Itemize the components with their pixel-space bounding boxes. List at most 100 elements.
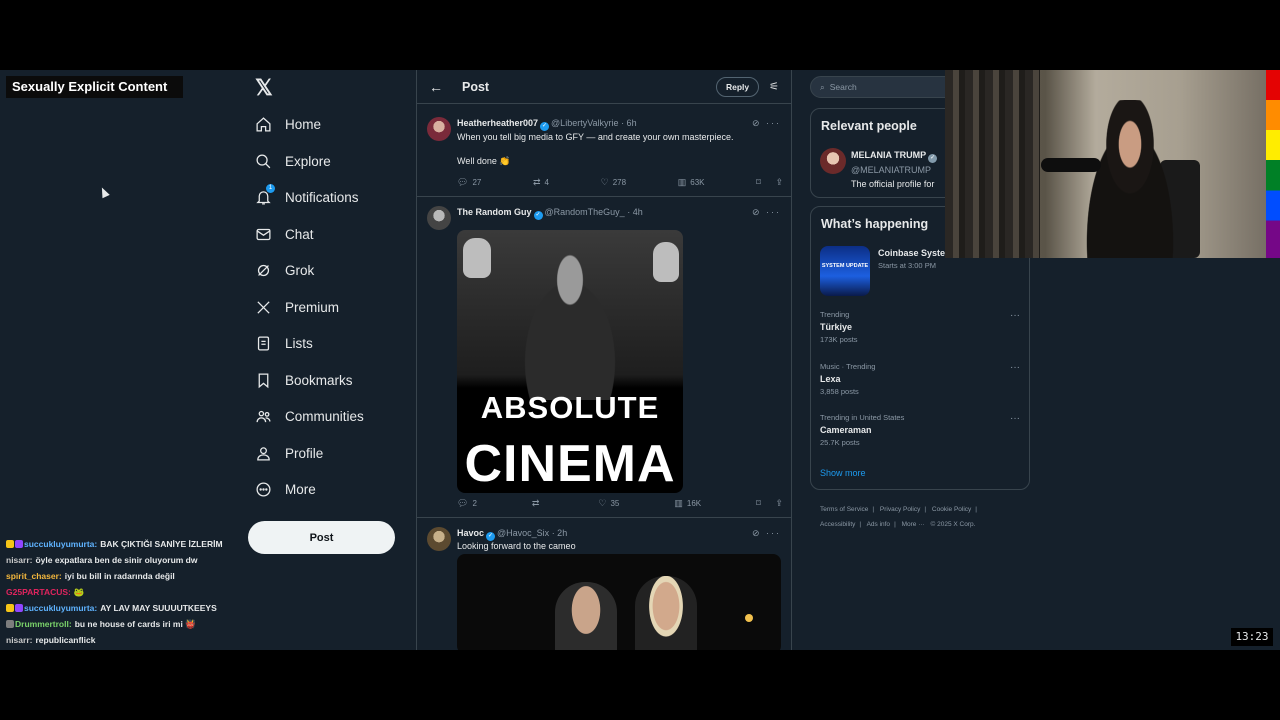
like-action[interactable]: ♡ 35: [598, 498, 619, 509]
share-icon[interactable]: ⇪: [775, 498, 783, 509]
more-options-icon[interactable]: ···: [766, 528, 781, 538]
tweet-author-name[interactable]: Heatherheather007: [457, 118, 538, 128]
grok-icon[interactable]: ⊘: [752, 118, 762, 128]
more-options-icon[interactable]: ···: [1010, 310, 1020, 321]
bookmark-icon: [254, 371, 272, 389]
chat-user[interactable]: Drummertroll:: [15, 619, 72, 629]
trend-name: Cameraman: [820, 425, 872, 435]
nav-label: More: [285, 481, 316, 497]
chat-user[interactable]: succukluyumurta:: [24, 603, 97, 613]
chat-user[interactable]: nisarr:: [6, 635, 32, 645]
tweet-image[interactable]: ABSOLUTE CINEMA: [457, 230, 683, 493]
chat-message: nisarr: öyle expatlara ben de sinir oluyo…: [6, 552, 246, 568]
reply-action[interactable]: 💬︎ 2: [457, 498, 477, 509]
tweet-handle[interactable]: @RandomTheGuy_: [545, 207, 625, 217]
repost-action[interactable]: ⇄ 4: [533, 177, 549, 188]
show-more-link[interactable]: Show more: [820, 468, 866, 478]
crown-badge-icon: [6, 540, 14, 548]
nav-bookmarks[interactable]: Bookmarks: [254, 367, 353, 393]
reply-button[interactable]: Reply: [715, 76, 760, 97]
nav-explore[interactable]: Explore: [254, 148, 331, 174]
mouse-cursor-icon: [98, 185, 110, 199]
nav-home[interactable]: Home: [254, 111, 321, 137]
trend-item[interactable]: Trending Türkiye 173K posts: [820, 310, 858, 344]
more-options-icon[interactable]: ···: [1010, 362, 1020, 373]
person-bio: The official profile for: [851, 179, 935, 189]
tweet-tools: ⊘ ···: [752, 528, 781, 539]
tweet-time: · 4h: [627, 207, 643, 217]
people-icon: [254, 407, 272, 425]
grok-icon[interactable]: ⊘: [752, 207, 762, 217]
reply-action[interactable]: 💬︎ 27: [457, 177, 481, 188]
trend-item[interactable]: Music · Trending Lexa 3,858 posts: [820, 362, 875, 396]
avatar[interactable]: [820, 148, 846, 174]
footer-link-cookies[interactable]: Cookie Policy: [932, 506, 971, 513]
tweet-author-name[interactable]: The Random Guy: [457, 207, 532, 217]
share-icon[interactable]: ⇪: [775, 177, 783, 188]
repost-action[interactable]: ⇄: [532, 498, 544, 509]
sliders-icon[interactable]: ⚟: [769, 80, 779, 93]
repost-count: 4: [544, 178, 549, 187]
chat-user[interactable]: nisarr:: [6, 555, 32, 565]
tweet-header: Heatherheather007 ✓ @LibertyValkyrie · 6h: [457, 118, 637, 131]
views-action[interactable]: ▥ 16K: [674, 498, 701, 509]
relevant-person[interactable]: MELANIA TRUMP ✓ @MELANIATRUMP The officia…: [851, 150, 939, 189]
bookmark-icon[interactable]: ⌑: [756, 498, 761, 509]
avatar[interactable]: [427, 206, 451, 230]
nav-more[interactable]: More: [254, 476, 316, 502]
tweet[interactable]: The Random Guy ✓ @RandomTheGuy_ · 4h ⊘ ···…: [417, 197, 791, 518]
more-options-icon[interactable]: ···: [766, 118, 781, 128]
nav-notifications[interactable]: 1 Notifications: [254, 184, 359, 210]
tweet-handle[interactable]: @LibertyValkyrie: [551, 118, 619, 128]
bookmark-icon[interactable]: ⌑: [756, 177, 761, 188]
list-icon: [254, 334, 272, 352]
tweet-image[interactable]: [457, 554, 781, 650]
x-logo-icon[interactable]: 𝕏: [255, 77, 275, 99]
post-thread: ← Post Reply ⚟ Heatherheather007 ✓ @Libert…: [416, 70, 792, 650]
footer-link-ads[interactable]: Ads info: [867, 521, 891, 528]
nav-grok[interactable]: Grok: [254, 257, 314, 283]
like-count: 278: [612, 178, 627, 187]
tweet-time: · 6h: [621, 118, 637, 128]
tweet-handle[interactable]: @Havoc_Six: [497, 528, 549, 538]
chat-user[interactable]: spirit_chaser:: [6, 571, 62, 581]
meme-figure: [507, 250, 633, 400]
chat-user[interactable]: succukluyumurta:: [24, 539, 97, 549]
meme-caption-bottom: CINEMA: [464, 435, 676, 493]
trend-item[interactable]: Trending in United States Cameraman 25.7…: [820, 413, 904, 447]
like-action[interactable]: ♡ 278: [601, 177, 626, 188]
tweet[interactable]: Havoc ✓ @Havoc_Six · 2h ⊘ ··· Looking forw…: [417, 518, 791, 650]
more-options-icon[interactable]: ···: [1010, 413, 1020, 424]
footer-link-accessibility[interactable]: Accessibility: [820, 521, 855, 528]
more-options-icon[interactable]: ···: [766, 207, 781, 217]
tweet-author-name[interactable]: Havoc: [457, 528, 484, 538]
nav-lists[interactable]: Lists: [254, 330, 313, 356]
chat-message: spirit_chaser: iyi bu bill in radarında d…: [6, 568, 246, 584]
avatar[interactable]: [427, 527, 451, 551]
post-button[interactable]: Post: [248, 521, 395, 554]
tweet[interactable]: Heatherheather007 ✓ @LibertyValkyrie · 6h …: [417, 106, 791, 197]
more-circle-icon: [254, 480, 272, 498]
nav-chat[interactable]: Chat: [254, 221, 314, 247]
views-action[interactable]: ▥ 63K: [678, 177, 705, 188]
footer-link-terms[interactable]: Terms of Service: [820, 506, 868, 513]
event-image[interactable]: SYSTEM UPDATE: [820, 246, 870, 296]
footer-link-privacy[interactable]: Privacy Policy: [880, 506, 920, 513]
back-arrow-icon[interactable]: ←: [429, 79, 449, 95]
heart-icon: ♡: [598, 498, 607, 508]
chat-user[interactable]: G25PARTACUS:: [6, 587, 71, 597]
nav-communities[interactable]: Communities: [254, 403, 364, 429]
search-icon: ⌕: [820, 81, 825, 92]
grok-icon[interactable]: ⊘: [752, 528, 762, 538]
relevant-people-title: Relevant people: [821, 119, 917, 133]
bookmark-share: ⌑ ⇪: [756, 498, 783, 509]
search-icon: [254, 152, 272, 170]
nav-premium[interactable]: Premium: [254, 294, 339, 320]
footer-link-more[interactable]: More ···: [902, 521, 925, 528]
nav-profile[interactable]: Profile: [254, 440, 323, 466]
event-item[interactable]: Coinbase Syste Starts at 3:00 PM: [878, 248, 945, 270]
avatar[interactable]: [427, 117, 451, 141]
nav-label: Notifications: [285, 189, 359, 205]
trend-count: 3,858 posts: [820, 387, 859, 396]
footer-separator: |: [859, 521, 862, 528]
